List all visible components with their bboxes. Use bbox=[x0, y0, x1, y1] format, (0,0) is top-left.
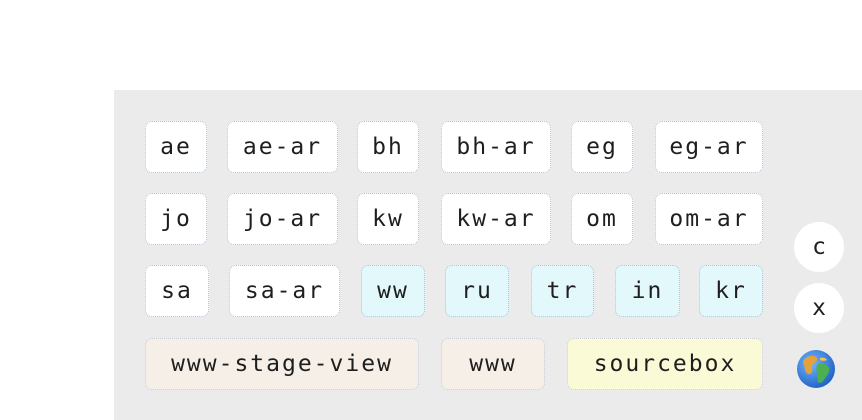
locale-chip-om[interactable]: om bbox=[571, 193, 633, 245]
locale-chip-jo[interactable]: jo bbox=[145, 193, 207, 245]
locale-chip-kw[interactable]: kw bbox=[357, 193, 419, 245]
env-chip-www-stage-view[interactable]: www-stage-view bbox=[145, 338, 419, 390]
locale-chip-ru[interactable]: ru bbox=[445, 265, 509, 317]
env-chip-sourcebox[interactable]: sourcebox bbox=[567, 338, 763, 390]
locale-chip-in[interactable]: in bbox=[615, 265, 680, 317]
locale-chip-eg[interactable]: eg bbox=[571, 121, 633, 173]
locale-chip-ae-ar[interactable]: ae-ar bbox=[227, 121, 338, 173]
locale-chip-sa-ar[interactable]: sa-ar bbox=[229, 265, 340, 317]
locale-chip-bh-ar[interactable]: bh-ar bbox=[441, 121, 551, 173]
locale-chip-tr[interactable]: tr bbox=[531, 265, 594, 317]
locale-chip-jo-ar[interactable]: jo-ar bbox=[227, 193, 338, 245]
globe-icon[interactable] bbox=[796, 349, 836, 389]
locale-chip-ae[interactable]: ae bbox=[145, 121, 207, 173]
locale-chip-kr[interactable]: kr bbox=[699, 265, 763, 317]
locale-chip-ww[interactable]: ww bbox=[361, 265, 425, 317]
locale-chip-om-ar[interactable]: om-ar bbox=[655, 193, 763, 245]
locale-chip-kw-ar[interactable]: kw-ar bbox=[441, 193, 551, 245]
locale-chip-eg-ar[interactable]: eg-ar bbox=[655, 121, 763, 173]
locale-chip-sa[interactable]: sa bbox=[145, 265, 209, 317]
x-button[interactable]: x bbox=[794, 283, 844, 333]
c-button[interactable]: c bbox=[794, 222, 844, 272]
env-chip-www[interactable]: www bbox=[441, 338, 545, 390]
locale-chip-bh[interactable]: bh bbox=[357, 121, 419, 173]
